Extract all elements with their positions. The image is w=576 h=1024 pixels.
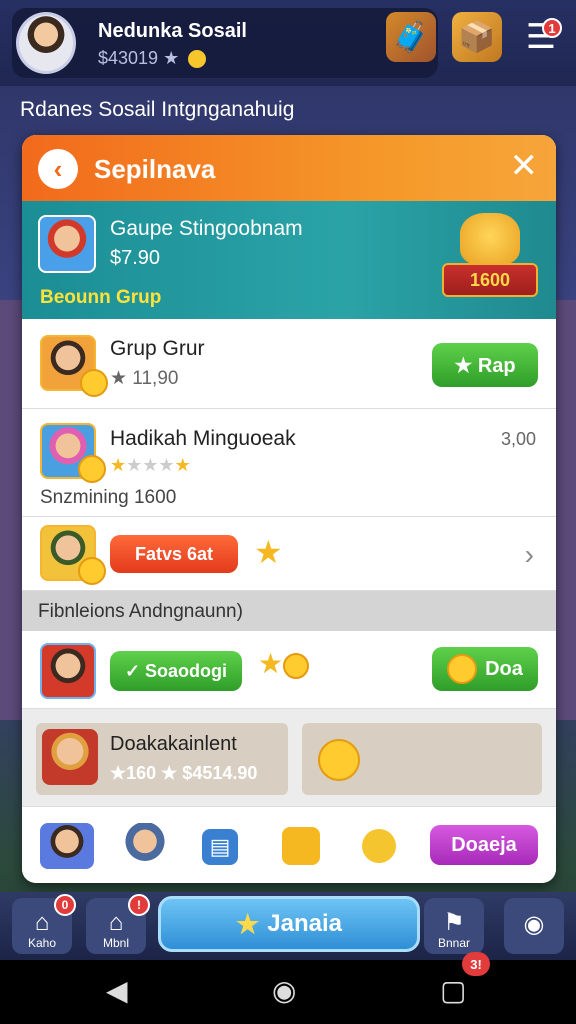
coin-icon	[188, 50, 207, 69]
doa-button-label: Doa	[485, 657, 523, 680]
star-icon: ★★★	[126, 455, 175, 475]
dialog-panel: ‹ Sepilnava ✕ Gaupe Stingoobnam $7.90 Be…	[22, 135, 556, 883]
coin-icon[interactable]	[362, 829, 396, 863]
section-label: Fibnleions Andngnaunn)	[38, 601, 243, 622]
menu-badge: 1	[542, 18, 562, 38]
list-item[interactable]: Hadikah Minguoeak ★★★★★ 3,00 Snzmining 1…	[22, 409, 556, 517]
system-back-icon[interactable]: ◀	[106, 974, 128, 1007]
trophy-value: 1600	[442, 263, 538, 297]
featured-price: $7.90	[110, 247, 161, 269]
avatar[interactable]	[40, 823, 94, 869]
flag-icon: ⚑	[443, 909, 465, 936]
row-value: 3,00	[500, 429, 536, 449]
player-name: Nedunka Sosail	[98, 20, 247, 42]
card-item[interactable]	[302, 723, 542, 795]
list-item[interactable]: Doakakainlent ★160 ★ $4514.90	[22, 709, 556, 807]
close-icon[interactable]: ✕	[510, 149, 539, 183]
player-avatar[interactable]	[16, 12, 76, 74]
nav-tab-camera[interactable]: ◉	[504, 898, 564, 954]
nav-badge: !	[128, 894, 150, 916]
system-home-icon[interactable]: ◉	[272, 974, 296, 1007]
featured-banner[interactable]: Gaupe Stingoobnam $7.90 Beounn Grup 1600	[22, 201, 556, 319]
card-title: Doakakainlent	[110, 733, 237, 755]
icon-strip: ▤ Doaeja	[22, 807, 556, 883]
doa-button[interactable]: Doa	[432, 647, 538, 691]
calendar-icon[interactable]: ▤	[202, 829, 238, 865]
soaodogi-button[interactable]: ✓ Soaodogi	[110, 651, 242, 691]
star-icon: ★	[254, 534, 283, 570]
character-icon[interactable]	[118, 823, 172, 869]
trophy-icon: 1600	[442, 213, 538, 305]
list-item[interactable]: Fatvs 6at ★ ›	[22, 517, 556, 591]
star-rating: ★★★★★	[110, 455, 191, 476]
featured-avatar	[38, 215, 96, 273]
rap-button[interactable]: ★ Rap	[432, 343, 538, 387]
nav-badge: 0	[54, 894, 76, 916]
panel-header: ‹ Sepilnava ✕	[22, 135, 556, 201]
profile-card[interactable]: Nedunka Sosail $43019 ★	[12, 8, 438, 78]
row-subtitle: ★ 11,90	[110, 368, 179, 389]
row-title: Hadikah Minguoeak	[110, 427, 296, 450]
avatar	[40, 643, 96, 699]
menu-icon[interactable]: ☰ 1	[516, 12, 566, 62]
player-score: $43019 ★	[98, 48, 207, 69]
home-icon: ⌂	[34, 909, 50, 936]
page-subtitle: Rdanes Sosail Intgnganahuig	[20, 98, 295, 121]
camera-icon: ◉	[523, 911, 545, 938]
star-emoji-icon: ★	[258, 647, 310, 680]
list-item[interactable]: ✓ Soaodogi ★ Doa	[22, 631, 556, 709]
nav-tab-label: Mbnl	[102, 936, 129, 950]
center-play-button[interactable]: ★ Janaia	[158, 896, 420, 952]
avatar	[42, 729, 98, 785]
section-header: Fibnleions Andngnaunn)	[22, 591, 556, 631]
smile-icon	[447, 654, 478, 684]
bottom-nav: ⌂ Kaho 0 ⌂ Mbnl ! ★ Janaia ⚑ Bnnar ◉	[0, 892, 576, 960]
card-subtitle: ★160 ★ $4514.90	[110, 763, 258, 783]
back-button[interactable]: ‹	[38, 149, 78, 189]
cat-trophy-icon	[460, 213, 520, 265]
top-bar: Nedunka Sosail $43019 ★ 🧳 📦 ☰ 1	[0, 0, 576, 86]
row-subtitle: Snzmining 1600	[40, 487, 177, 508]
featured-group: Beounn Grup	[40, 287, 162, 308]
nav-tab-label: Kaho	[27, 936, 57, 950]
nav-tab-home[interactable]: ⌂ Kaho 0	[12, 894, 76, 954]
system-nav-bar: ◀ ◉ ▢ 3!	[0, 952, 576, 1024]
doaeja-button[interactable]: Doaeja	[430, 825, 538, 865]
star-icon: ★	[110, 455, 127, 475]
coin-badge-icon	[78, 455, 106, 483]
card-item[interactable]: Doakakainlent ★160 ★ $4514.90	[36, 723, 288, 795]
center-button-label: Janaia	[267, 910, 343, 937]
box-icon[interactable]: 📦	[452, 12, 502, 62]
panel-title: Sepilnava	[94, 154, 216, 184]
nav-tab-mon[interactable]: ⌂ Mbnl !	[86, 894, 150, 954]
smile-emoji-icon	[318, 739, 360, 781]
system-badge: 3!	[462, 952, 490, 976]
nav-tab-label: Bnnar	[437, 936, 471, 950]
chevron-right-icon[interactable]: ›	[525, 539, 534, 571]
row-title: Grup Grur	[110, 337, 205, 360]
player-score-value: $43019 ★	[98, 48, 180, 68]
star-icon: ★	[235, 908, 260, 939]
system-recent-icon[interactable]: ▢	[440, 974, 466, 1007]
nav-tab-bnnar[interactable]: ⚑ Bnnar	[424, 898, 484, 954]
card-icon[interactable]	[282, 827, 320, 865]
star-icon: ★	[174, 455, 191, 475]
coin-badge-icon	[80, 369, 108, 397]
fatvs-button[interactable]: Fatvs 6at	[110, 535, 238, 573]
list-item[interactable]: Grup Grur ★ 11,90 ★ Rap	[22, 319, 556, 409]
coin-badge-icon	[78, 557, 106, 585]
chest-icon[interactable]: 🧳	[386, 12, 436, 62]
house-icon: ⌂	[108, 909, 124, 936]
featured-name: Gaupe Stingoobnam	[110, 217, 303, 240]
